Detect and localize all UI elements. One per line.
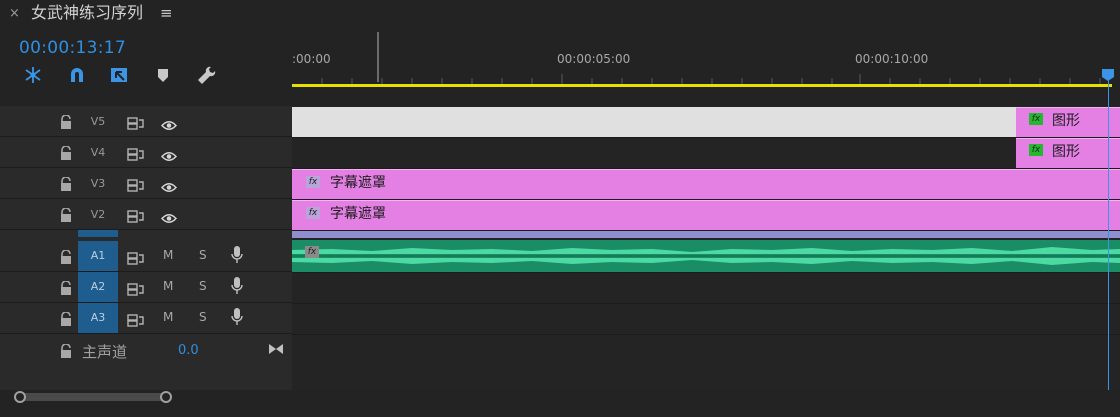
snap-insert-icon[interactable] bbox=[22, 64, 44, 86]
master-volume-value[interactable]: 0.0 bbox=[178, 343, 199, 358]
ruler-tick-label: :00:00 bbox=[292, 52, 331, 66]
track-name[interactable]: A2 bbox=[78, 272, 118, 302]
panel-menu-icon[interactable]: ≡ bbox=[160, 4, 173, 22]
playhead-timecode[interactable]: 00:00:13:17 bbox=[19, 38, 126, 58]
lock-icon[interactable] bbox=[60, 114, 72, 129]
track-name[interactable]: V5 bbox=[78, 106, 118, 136]
sync-lock-icon[interactable] bbox=[127, 208, 145, 223]
mute-button[interactable]: M bbox=[163, 310, 173, 324]
track-name[interactable]: V2 bbox=[78, 199, 118, 229]
eye-icon[interactable] bbox=[160, 147, 178, 161]
zoom-scrollbar[interactable] bbox=[18, 393, 168, 401]
clip-v1-collapsed[interactable] bbox=[292, 231, 1120, 238]
sync-lock-icon[interactable] bbox=[127, 115, 145, 130]
close-tab-icon[interactable]: × bbox=[9, 6, 20, 22]
eye-icon[interactable] bbox=[160, 209, 178, 223]
master-track-label: 主声道 bbox=[82, 343, 128, 361]
playhead-line[interactable] bbox=[1108, 70, 1109, 390]
clip-label: 字幕遮罩 bbox=[330, 175, 386, 191]
microphone-icon[interactable] bbox=[231, 277, 243, 295]
clip-label: 字幕遮罩 bbox=[330, 206, 386, 222]
ruler-tick-label: 00:00:10:00 bbox=[855, 52, 929, 66]
solo-button[interactable]: S bbox=[199, 279, 207, 293]
fx-badge: fx bbox=[306, 176, 320, 188]
lock-icon[interactable] bbox=[60, 207, 72, 222]
clip-graphic-v4[interactable]: fx 图形 bbox=[1016, 138, 1120, 168]
track-header-v5: V5 bbox=[0, 106, 292, 137]
clip-graphic-v5[interactable]: fx 图形 bbox=[1016, 107, 1120, 137]
v5-adjustment-region[interactable] bbox=[292, 107, 1016, 137]
track-name[interactable]: A1 bbox=[78, 241, 118, 271]
linked-selection-icon[interactable] bbox=[108, 64, 130, 86]
fx-badge: fx bbox=[305, 246, 319, 258]
zoom-scrollbar-start-handle[interactable] bbox=[14, 391, 26, 403]
sync-lock-icon[interactable] bbox=[127, 312, 145, 327]
solo-button[interactable]: S bbox=[199, 248, 207, 262]
track-name[interactable]: A3 bbox=[78, 303, 118, 333]
sequence-tab-title[interactable]: 女武神练习序列 bbox=[31, 3, 143, 23]
clip-label: 图形 bbox=[1052, 113, 1080, 129]
clip-title-matte-v3[interactable]: fx 字幕遮罩 bbox=[292, 169, 1120, 199]
lock-icon[interactable] bbox=[60, 280, 72, 295]
track-name[interactable]: V3 bbox=[78, 168, 118, 198]
lock-icon[interactable] bbox=[60, 176, 72, 191]
track-header-a1: A1 M S bbox=[0, 241, 292, 272]
sync-lock-icon[interactable] bbox=[127, 146, 145, 161]
ruler-ticks bbox=[321, 74, 1101, 84]
zoom-scrollbar-end-handle[interactable] bbox=[160, 391, 172, 403]
mute-button[interactable]: M bbox=[163, 279, 173, 293]
track-header-v4: V4 bbox=[0, 137, 292, 168]
lock-icon[interactable] bbox=[60, 343, 72, 358]
magnet-icon[interactable] bbox=[66, 64, 88, 86]
clip-label: 图形 bbox=[1052, 144, 1080, 160]
track-header-v2: V2 bbox=[0, 199, 292, 230]
audio-waveform bbox=[292, 247, 1120, 265]
sync-lock-icon[interactable] bbox=[127, 250, 145, 265]
solo-button[interactable]: S bbox=[199, 310, 207, 324]
eye-icon[interactable] bbox=[160, 178, 178, 192]
audio-keyframe-toggle-icon[interactable] bbox=[268, 340, 284, 354]
clip-audio-a1[interactable]: fx bbox=[292, 240, 1120, 272]
track-header-a3: A3 M S bbox=[0, 303, 292, 334]
eye-icon[interactable] bbox=[160, 116, 178, 130]
lock-icon[interactable] bbox=[60, 145, 72, 160]
track-name[interactable]: V4 bbox=[78, 137, 118, 167]
track-header-v3: V3 bbox=[0, 168, 292, 199]
track-header-a2: A2 M S bbox=[0, 272, 292, 303]
v1-collapsed-target[interactable] bbox=[78, 230, 118, 237]
fx-badge: fx bbox=[1029, 144, 1043, 156]
clip-title-matte-v2[interactable]: fx 字幕遮罩 bbox=[292, 200, 1120, 230]
lock-icon[interactable] bbox=[60, 311, 72, 326]
add-marker-icon[interactable] bbox=[152, 64, 174, 86]
work-area-bar[interactable] bbox=[292, 84, 1112, 87]
ruler-tick-label: 00:00:05:00 bbox=[557, 52, 631, 66]
lock-icon[interactable] bbox=[60, 249, 72, 264]
fx-badge: fx bbox=[1029, 113, 1043, 125]
playhead-handle[interactable] bbox=[1101, 68, 1115, 82]
fx-badge: fx bbox=[306, 207, 320, 219]
microphone-icon[interactable] bbox=[231, 246, 243, 264]
mute-button[interactable]: M bbox=[163, 248, 173, 262]
wrench-icon[interactable] bbox=[194, 64, 216, 86]
sync-lock-icon[interactable] bbox=[127, 281, 145, 296]
microphone-icon[interactable] bbox=[231, 308, 243, 326]
sync-lock-icon[interactable] bbox=[127, 177, 145, 192]
